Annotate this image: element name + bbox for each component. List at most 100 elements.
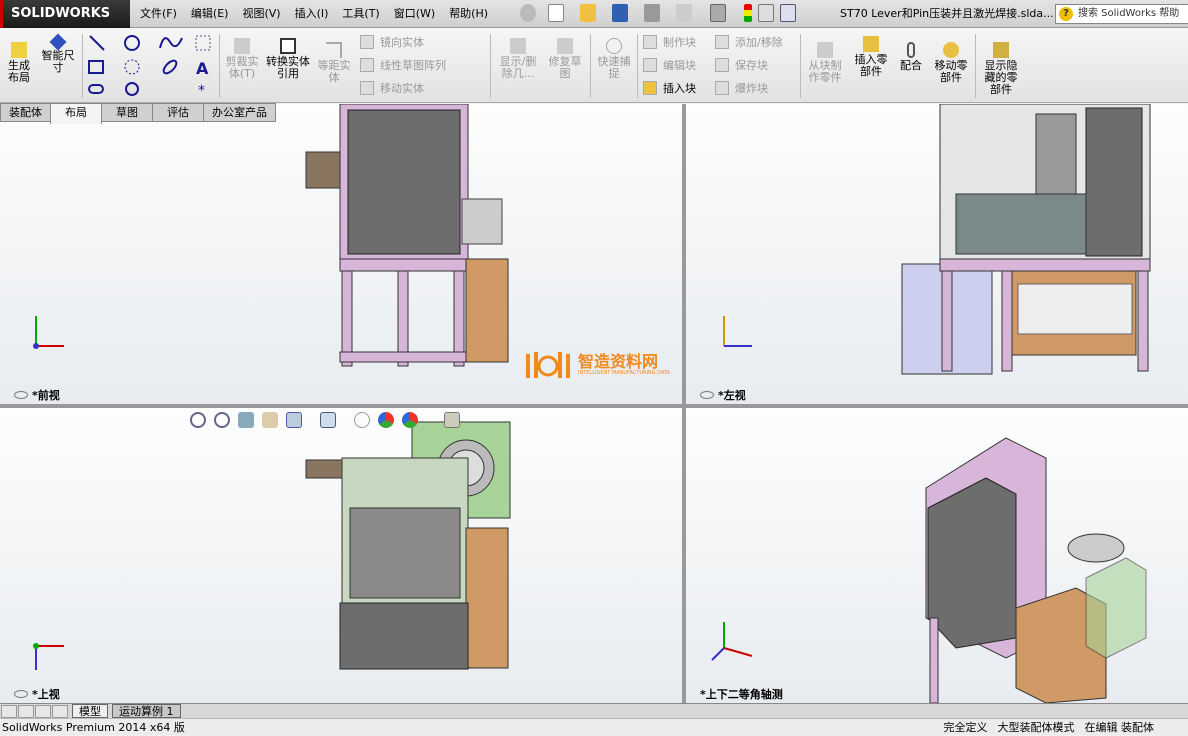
menu-file[interactable]: 文件(F) (140, 0, 177, 28)
status-definition: 完全定义 (943, 721, 988, 734)
last-tab-button[interactable] (52, 704, 68, 718)
insert-component-icon (863, 36, 879, 52)
offset-icon (326, 42, 342, 58)
separator (637, 34, 638, 98)
show-hidden-icon (993, 42, 1009, 58)
repair-sketch-button[interactable]: 修复草图 (545, 38, 585, 80)
menu-help[interactable]: 帮助(H) (449, 0, 488, 28)
viewport-left[interactable]: *左视 (686, 104, 1188, 404)
tab-sketch[interactable]: 草图 (101, 103, 153, 122)
add-remove-button[interactable]: 添加/移除 (715, 34, 783, 50)
trim-button[interactable]: 剪裁实体(T) (222, 38, 262, 80)
insert-block-button[interactable]: 插入块 (643, 80, 696, 96)
open-icon[interactable] (580, 4, 596, 22)
print-icon[interactable] (644, 4, 660, 22)
version-text: SolidWorks Premium 2014 x64 版 (2, 721, 185, 734)
zoom-to-fit-icon[interactable] (190, 412, 206, 428)
make-block-icon (643, 35, 657, 49)
convert-icon (280, 38, 296, 54)
rectangle-icon (88, 60, 104, 74)
save-icon[interactable] (612, 4, 628, 22)
convert-entities-button[interactable]: 转换实体引用 (266, 38, 310, 80)
tab-motion-study[interactable]: 运动算例 1 (112, 704, 181, 718)
save-block-button[interactable]: 保存块 (715, 57, 768, 73)
eye-icon (14, 391, 28, 399)
separator (590, 34, 591, 98)
menu-edit[interactable]: 编辑(E) (191, 0, 229, 28)
isometric-view-model (711, 437, 1147, 703)
undo-icon[interactable] (676, 4, 692, 22)
tab-assembly[interactable]: 装配体 (0, 103, 51, 122)
quick-snaps-button[interactable]: 快速捕捉 (594, 38, 634, 80)
rebuild-icon[interactable] (744, 4, 752, 22)
menu-tools[interactable]: 工具(T) (342, 0, 379, 28)
generate-layout-button[interactable]: 生成布局 (4, 42, 34, 84)
move-entities-button[interactable]: 移动实体 (360, 80, 424, 96)
show-hidden-components-button[interactable]: 显示隐藏的零部件 (980, 42, 1022, 96)
new-document-icon[interactable] (548, 4, 564, 22)
view-label-isometric: *上下二等角轴测 (700, 688, 783, 701)
smart-dimension-button[interactable]: 智能尺寸 (38, 33, 78, 74)
part-from-block-button[interactable]: 从块制作零件 (804, 42, 846, 84)
trim-icon (234, 38, 250, 54)
view-orientation-icon[interactable] (286, 412, 302, 428)
select-icon[interactable] (710, 4, 726, 22)
edit-block-button[interactable]: 编辑块 (643, 57, 696, 73)
tab-evaluate[interactable]: 评估 (152, 103, 204, 122)
tab-model[interactable]: 模型 (72, 704, 108, 718)
construction-icon (195, 35, 211, 51)
next-tab-button[interactable] (35, 704, 51, 718)
sketch-tools[interactable]: A * (86, 32, 216, 98)
zoom-to-area-icon[interactable] (214, 412, 230, 428)
menu-view[interactable]: 视图(V) (242, 0, 280, 28)
line-icon (89, 35, 105, 51)
hide-show-items-icon[interactable] (354, 412, 370, 428)
explode-block-icon (715, 81, 729, 95)
insert-block-icon (643, 81, 657, 95)
menu-window[interactable]: 窗口(W) (394, 0, 435, 28)
first-tab-button[interactable] (1, 704, 17, 718)
mirror-icon (360, 35, 374, 49)
status-large-assembly[interactable]: 大型装配体模式 (998, 719, 1075, 736)
viewport-front[interactable]: *前视 智造资料网 INTELLIGENT MANUFACTURING DATA (0, 104, 682, 404)
view-settings-icon[interactable] (444, 412, 460, 428)
layout-icon (11, 42, 27, 58)
view-label-top: *上视 (14, 686, 60, 702)
quick-access-toolbar (520, 4, 796, 22)
eye-icon (14, 690, 28, 698)
move-component-button[interactable]: 移动零部件 (930, 42, 972, 84)
options-icon[interactable] (780, 4, 796, 22)
display-style-icon[interactable] (320, 412, 336, 428)
previous-view-icon[interactable] (238, 412, 254, 428)
explode-block-button[interactable]: 爆炸块 (715, 80, 768, 96)
mate-button[interactable]: 配合 (896, 42, 926, 72)
slot-icon (88, 84, 104, 94)
insert-component-button[interactable]: 插入零部件 (850, 36, 892, 78)
help-search-input[interactable]: ? 搜索 SolidWorks 帮助 (1055, 4, 1188, 24)
make-block-button[interactable]: 制作块 (643, 34, 696, 50)
viewport-isometric[interactable]: *上下二等角轴测 (686, 408, 1188, 703)
menu-insert[interactable]: 插入(I) (295, 0, 329, 28)
show-delete-relations-button[interactable]: 显示/删除几... (496, 38, 540, 80)
view-label-left: *左视 (700, 387, 746, 403)
apply-scene-icon[interactable] (402, 412, 418, 428)
spline-icon (159, 37, 183, 49)
viewport-top[interactable]: *上视 (0, 408, 682, 703)
pin-icon[interactable] (520, 4, 536, 22)
section-view-icon[interactable] (262, 412, 278, 428)
linear-pattern-button[interactable]: 线性草图阵列 (360, 57, 446, 73)
mirror-button[interactable]: 镜向实体 (360, 34, 424, 50)
offset-button[interactable]: 等距实体 (314, 42, 354, 84)
document-title: ST70 Lever和Pin压装并且激光焊接.slda... (840, 7, 1054, 20)
tab-layout[interactable]: 布局 (50, 103, 102, 124)
polygon-icon (125, 82, 139, 96)
watermark: 智造资料网 INTELLIGENT MANUFACTURING DATA (524, 350, 670, 380)
paperclip-icon (907, 42, 915, 58)
prev-tab-button[interactable] (18, 704, 34, 718)
separator (490, 34, 491, 98)
file-properties-icon[interactable] (758, 4, 774, 22)
tab-office-products[interactable]: 办公室产品 (203, 103, 276, 122)
edit-appearance-icon[interactable] (378, 412, 394, 428)
move-icon (360, 81, 374, 95)
help-icon: ? (1059, 7, 1073, 21)
